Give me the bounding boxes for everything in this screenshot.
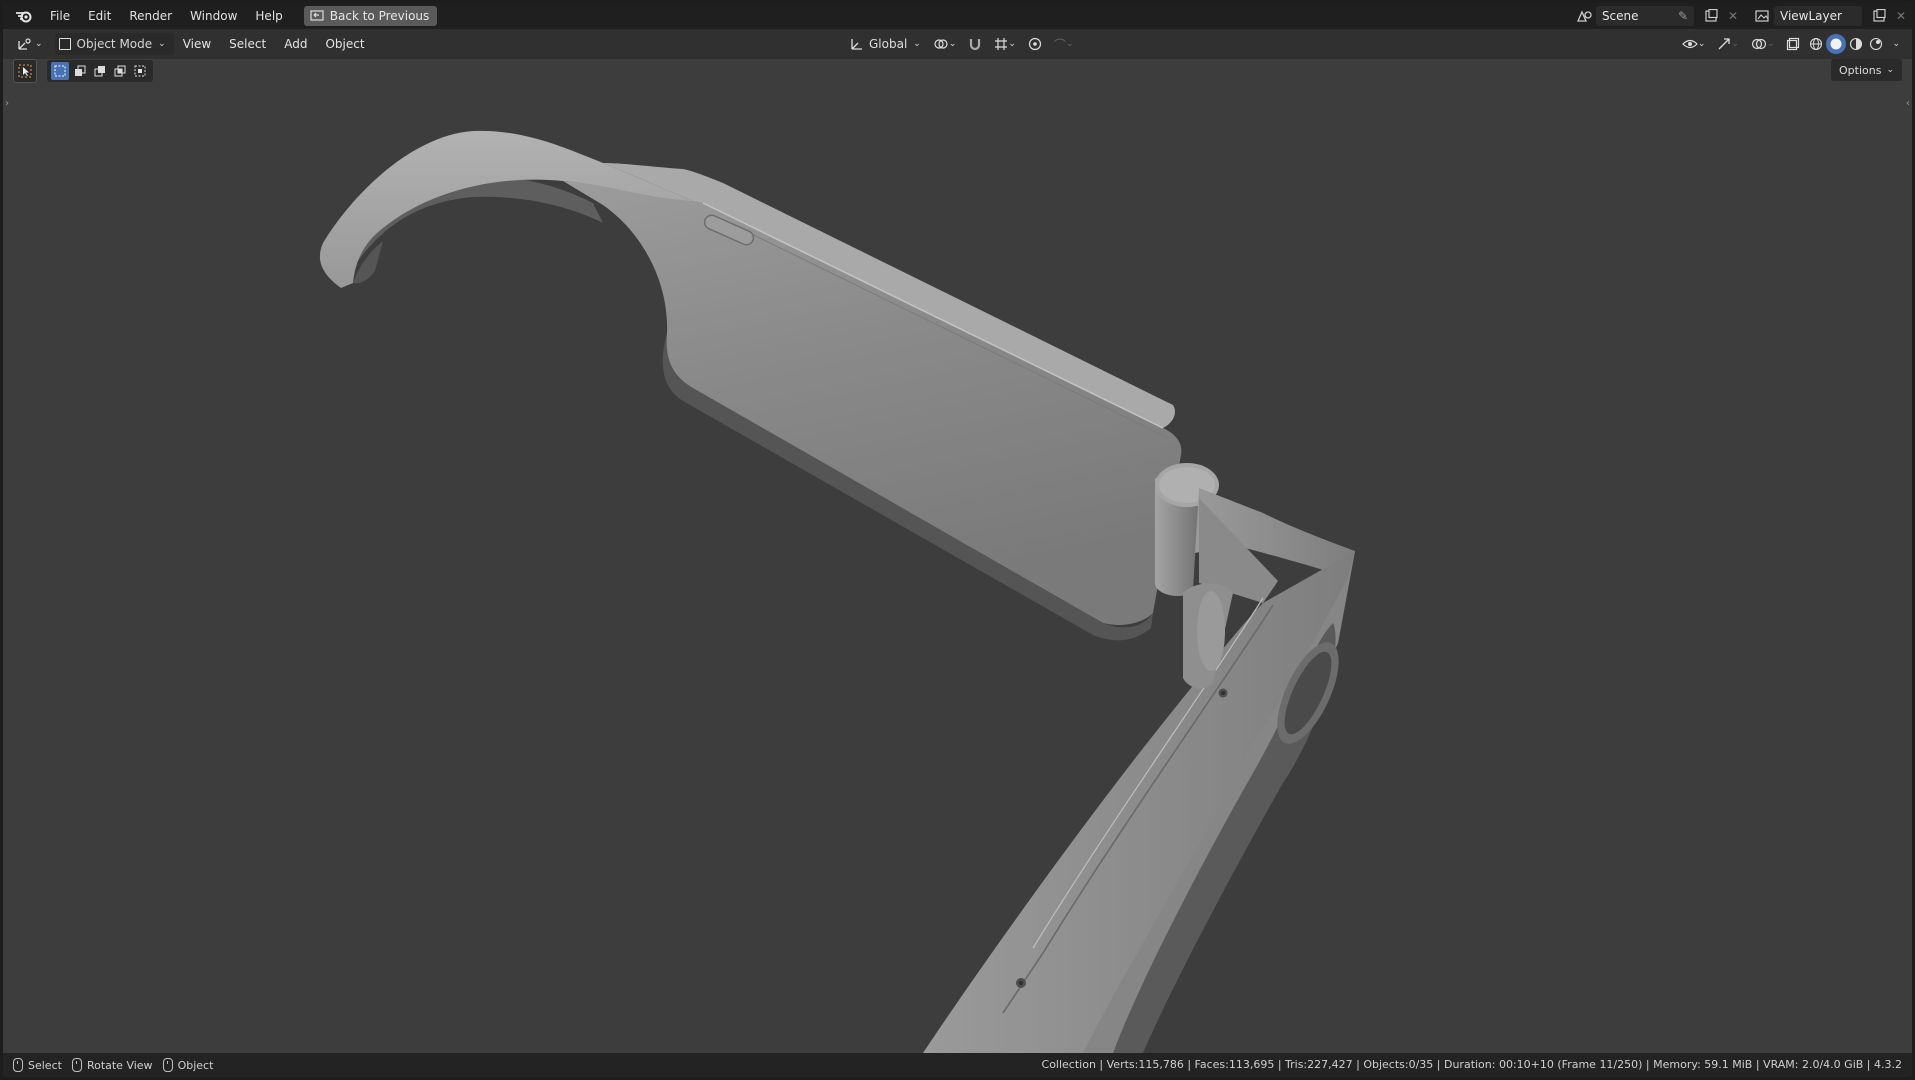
view-layer-icon[interactable] <box>1752 6 1774 26</box>
proportional-edit-toggle[interactable] <box>1022 33 1048 55</box>
pivot-icon <box>934 39 948 49</box>
solid-shading-button[interactable] <box>1826 34 1847 54</box>
viewport-display-tools: ⌄ ⌄ ⌄ ⌄ <box>1676 29 1906 59</box>
middle-mouse-icon <box>71 1058 82 1072</box>
falloff-button[interactable]: ⌒ ⌄ <box>1048 33 1080 55</box>
right-mouse-icon <box>162 1058 173 1072</box>
hint-rotate-view: Rotate View <box>71 1058 153 1072</box>
select-tool-button[interactable] <box>13 59 37 83</box>
menu-help[interactable]: Help <box>246 3 291 29</box>
select-box-cursor-icon <box>18 64 32 78</box>
snap-grid-icon <box>995 38 1008 50</box>
status-bar: Select Rotate View Object Collection | V… <box>3 1053 1912 1077</box>
falloff-curve-icon: ⌒ <box>1053 37 1066 52</box>
chevron-down-icon: ⌄ <box>913 39 921 49</box>
magnet-icon <box>970 39 981 51</box>
hint-select-label: Select <box>28 1058 62 1072</box>
snap-target-button[interactable]: ⌄ <box>988 33 1022 55</box>
object-mode-icon <box>58 38 71 50</box>
subtract-selection-button[interactable] <box>91 62 109 80</box>
gizmo-toggle[interactable]: ⌄ <box>1711 33 1745 55</box>
visibility-button[interactable]: ⌄ <box>1676 33 1712 55</box>
menu-select[interactable]: Select <box>220 37 275 51</box>
extend-selection-icon <box>75 65 86 76</box>
snap-toggle[interactable] <box>962 33 988 55</box>
glasses-model-render <box>319 130 1355 1053</box>
menu-add[interactable]: Add <box>275 37 316 51</box>
wireframe-sphere-icon <box>1810 37 1823 51</box>
chevron-down-icon: ⌄ <box>158 39 166 49</box>
orientation-label: Global <box>869 37 908 51</box>
options-dropdown[interactable]: Options ⌄ <box>1831 59 1902 81</box>
menu-window[interactable]: Window <box>181 3 246 29</box>
scene-name-field[interactable]: Scene ✎ <box>1595 6 1694 26</box>
overlays-toggle[interactable]: ⌄ <box>1745 33 1781 55</box>
view-layer-value: ViewLayer <box>1780 9 1842 23</box>
scene-name-value: Scene <box>1601 9 1639 23</box>
blender-window: File Edit Render Window Help Back to Pre… <box>3 3 1912 1077</box>
rendered-shading-button[interactable] <box>1866 34 1886 54</box>
hint-select: Select <box>13 1058 62 1072</box>
proportional-edit-icon <box>1028 37 1042 51</box>
tool-settings-row <box>13 59 153 83</box>
new-selection-icon <box>54 65 66 77</box>
viewport-header: ⌄ Object Mode ⌄ View Select Add Object G… <box>3 29 1912 59</box>
menu-file[interactable]: File <box>41 3 79 29</box>
hint-rotate-label: Rotate View <box>86 1058 153 1072</box>
pivot-point-button[interactable]: ⌄ <box>927 33 963 55</box>
extend-selection-button[interactable] <box>71 62 89 80</box>
overlays-icon <box>1751 38 1767 50</box>
set-new-selection-button[interactable] <box>51 62 69 80</box>
invert-selection-button[interactable] <box>111 62 129 80</box>
back-to-previous-label: Back to Previous <box>329 9 430 23</box>
subtract-selection-icon <box>94 66 105 77</box>
blender-logo-icon[interactable] <box>13 8 35 24</box>
3d-viewport-icon <box>18 38 31 50</box>
menu-edit[interactable]: Edit <box>79 3 120 29</box>
material-preview-button[interactable] <box>1846 34 1866 54</box>
selection-mode-group <box>47 60 153 82</box>
delete-view-layer-icon[interactable]: ✕ <box>1890 6 1912 26</box>
scene-statistics: Collection | Verts:115,786 | Faces:113,6… <box>1041 1058 1902 1071</box>
mode-dropdown[interactable]: Object Mode ⌄ <box>54 33 174 55</box>
chevron-down-icon: ⌄ <box>1886 65 1894 75</box>
hint-object-label: Object <box>177 1058 214 1072</box>
screen-back-icon <box>310 10 324 21</box>
intersect-selection-icon <box>134 65 146 77</box>
back-to-previous-button[interactable]: Back to Previous <box>303 6 438 26</box>
solid-sphere-icon <box>1830 38 1842 50</box>
eye-icon <box>1681 39 1698 49</box>
intersect-selection-button[interactable] <box>131 62 149 80</box>
scene-selector-icon[interactable] <box>1574 6 1596 26</box>
gizmo-icon <box>1718 38 1731 50</box>
transform-tools: Global ⌄ ⌄ ⌄ ⌒ ⌄ <box>843 29 1079 59</box>
xray-icon <box>1787 37 1800 51</box>
shading-options-dropdown[interactable]: ⌄ <box>1886 33 1906 55</box>
axis-icon <box>851 39 862 50</box>
orientation-dropdown[interactable]: Global ⌄ <box>843 33 927 55</box>
editor-type-button[interactable]: ⌄ <box>11 33 49 55</box>
mode-label: Object Mode <box>76 37 153 51</box>
wireframe-shading-button[interactable] <box>1806 34 1826 54</box>
pin-icon[interactable]: ✎ <box>1678 9 1688 23</box>
delete-scene-icon[interactable]: ✕ <box>1722 6 1744 26</box>
scene-viewlayer-group: Scene ✎ ✕ ViewLayer ✕ <box>1574 3 1912 29</box>
new-view-layer-icon[interactable] <box>1868 6 1890 26</box>
hint-object: Object <box>162 1058 214 1072</box>
material-sphere-icon <box>1850 37 1863 51</box>
new-scene-icon[interactable] <box>1700 6 1722 26</box>
options-label: Options <box>1839 63 1882 77</box>
3d-viewport[interactable] <box>3 83 1912 1053</box>
invert-selection-icon <box>114 65 126 77</box>
menu-object[interactable]: Object <box>316 37 373 51</box>
menu-view[interactable]: View <box>174 37 220 51</box>
rendered-sphere-icon <box>1870 37 1883 51</box>
menu-render[interactable]: Render <box>120 3 181 29</box>
view-layer-field[interactable]: ViewLayer <box>1774 6 1862 26</box>
chevron-down-icon: ⌄ <box>1892 39 1900 49</box>
left-mouse-icon <box>13 1058 23 1072</box>
top-menubar: File Edit Render Window Help Back to Pre… <box>3 3 1912 29</box>
xray-toggle[interactable] <box>1780 33 1806 55</box>
